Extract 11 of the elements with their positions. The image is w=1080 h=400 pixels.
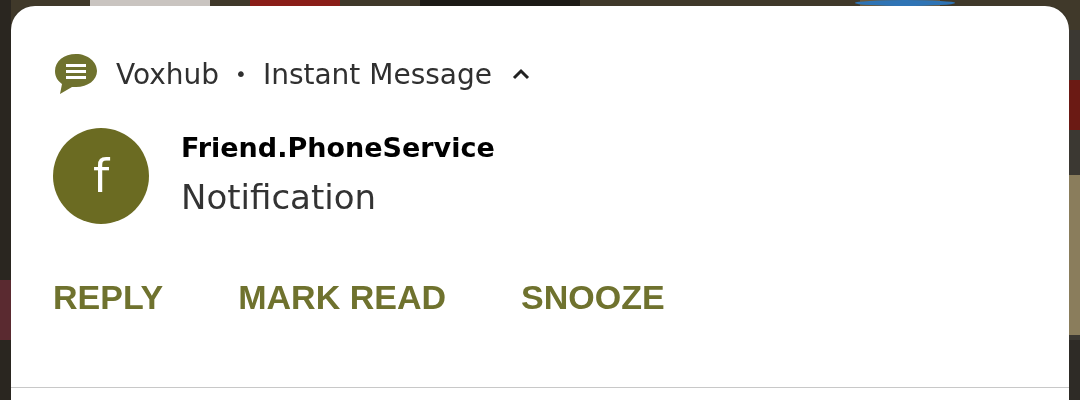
chat-bubble-icon — [54, 52, 98, 96]
channel-name: Instant Message — [262, 57, 492, 91]
sender-name: Friend.PhoneService — [181, 132, 495, 163]
action-button[interactable]: SNOOZE — [509, 270, 677, 325]
app-name: Voxhub — [116, 57, 220, 91]
chevron-icon[interactable] — [511, 68, 530, 80]
message-text: Notification — [181, 177, 378, 217]
separator-dot: • — [235, 62, 247, 86]
action-button[interactable]: MARK READ — [226, 270, 458, 325]
action-button[interactable]: REPLY — [41, 270, 176, 325]
avatar: f — [53, 128, 149, 224]
